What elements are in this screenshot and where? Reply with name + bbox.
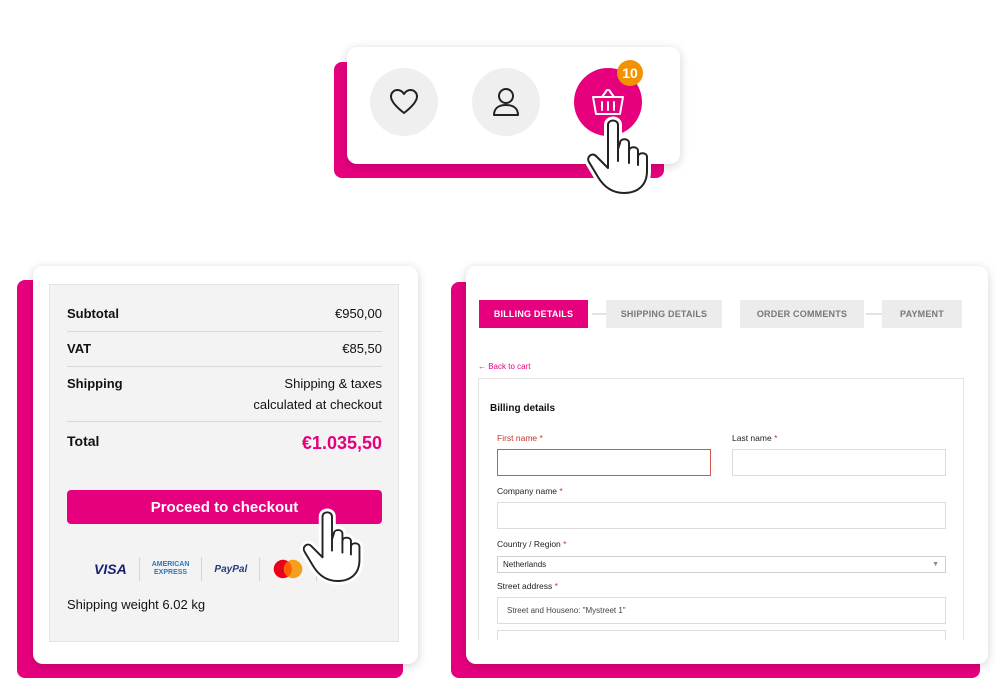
- billing-form: Billing details First name * Last name *…: [478, 378, 964, 640]
- vat-row: VAT €85,50: [67, 341, 382, 361]
- subtotal-value: €950,00: [335, 306, 382, 321]
- vat-value: €85,50: [342, 341, 382, 356]
- subtotal-row: Subtotal €950,00: [67, 306, 382, 326]
- account-button[interactable]: [472, 68, 540, 136]
- paypal-logo: PayPal: [214, 563, 248, 575]
- street-address-placeholder: Street and Houseno: "Mystreet 1": [507, 606, 626, 615]
- street-address-label-text: Street address: [497, 581, 553, 591]
- cart-count-badge: 10: [617, 60, 643, 86]
- total-label: Total: [67, 433, 100, 449]
- tab-shipping-details[interactable]: SHIPPING DETAILS: [606, 300, 722, 328]
- last-name-label-text: Last name: [732, 433, 772, 443]
- divider: [201, 557, 203, 581]
- shipping-value-line2: calculated at checkout: [253, 397, 382, 412]
- checkout-form-card: BILLING DETAILS SHIPPING DETAILS ORDER C…: [466, 266, 988, 664]
- tab-connector: [866, 313, 882, 315]
- amex-line1: AMERICAN: [151, 561, 190, 568]
- hand-pointer-icon: [584, 116, 651, 197]
- order-summary-panel: Subtotal €950,00 VAT €85,50 Shipping Shi…: [49, 284, 399, 642]
- heart-icon: [390, 89, 418, 114]
- divider: [138, 557, 140, 581]
- shipping-row: Shipping Shipping & taxes calculated at …: [67, 373, 382, 417]
- shipping-value-line1: Shipping & taxes: [284, 376, 382, 391]
- required-mark: *: [563, 539, 567, 549]
- company-name-label: Company name *: [497, 486, 563, 496]
- required-mark: *: [554, 581, 558, 591]
- order-summary-card: Subtotal €950,00 VAT €85,50 Shipping Shi…: [33, 266, 418, 664]
- divider: [259, 557, 261, 581]
- shipping-weight: Shipping weight 6.02 kg: [67, 597, 206, 612]
- user-icon: [493, 88, 519, 116]
- company-name-label-text: Company name: [497, 486, 558, 496]
- company-name-input[interactable]: [497, 502, 946, 529]
- visa-logo: VISA: [94, 561, 127, 577]
- tab-billing-details[interactable]: BILLING DETAILS: [479, 300, 588, 328]
- first-name-label: First name *: [497, 433, 543, 443]
- street-address-line2-input[interactable]: [497, 630, 946, 640]
- shipping-label: Shipping: [67, 376, 123, 391]
- amex-logo: AMERICAN EXPRESS: [148, 556, 194, 582]
- vat-label: VAT: [67, 341, 92, 356]
- divider: [67, 421, 382, 422]
- tab-payment[interactable]: PAYMENT: [882, 300, 962, 328]
- first-name-input[interactable]: [497, 449, 711, 476]
- last-name-label: Last name *: [732, 433, 777, 443]
- form-title: Billing details: [490, 403, 556, 414]
- subtotal-label: Subtotal: [67, 306, 119, 321]
- divider: [67, 366, 382, 367]
- hand-pointer-icon: [300, 508, 364, 585]
- last-name-input[interactable]: [732, 449, 946, 476]
- total-row: Total €1.035,50: [67, 433, 382, 457]
- total-value: €1.035,50: [301, 433, 382, 453]
- tab-connector: [592, 313, 606, 315]
- amex-line2: EXPRESS: [154, 569, 188, 576]
- back-to-cart-link[interactable]: ← Back to cart: [478, 362, 530, 371]
- street-address-label: Street address *: [497, 581, 558, 591]
- divider: [67, 331, 382, 332]
- chevron-down-icon: ▼: [932, 561, 939, 568]
- country-label: Country / Region *: [497, 539, 566, 549]
- wishlist-button[interactable]: [370, 68, 438, 136]
- country-label-text: Country / Region: [497, 539, 561, 549]
- country-value: Netherlands: [503, 560, 547, 569]
- country-select[interactable]: Netherlands ▼: [497, 556, 946, 573]
- required-mark: *: [539, 433, 543, 443]
- tab-order-comments[interactable]: ORDER COMMENTS: [740, 300, 864, 328]
- first-name-label-text: First name: [497, 433, 538, 443]
- shipping-value: Shipping & taxes calculated at checkout: [253, 373, 382, 415]
- required-mark: *: [774, 433, 778, 443]
- required-mark: *: [559, 486, 563, 496]
- street-address-input[interactable]: Street and Houseno: "Mystreet 1": [497, 597, 946, 624]
